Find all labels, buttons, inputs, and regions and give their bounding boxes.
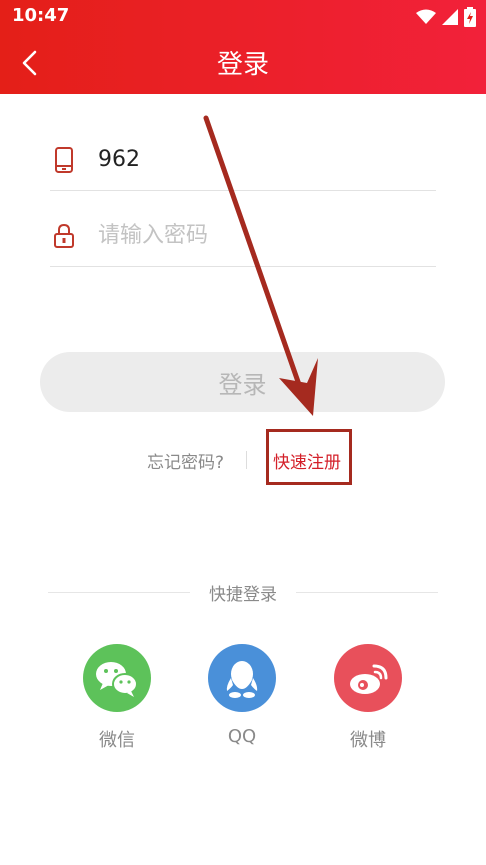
signal-icon bbox=[442, 9, 458, 25]
status-icons bbox=[416, 6, 476, 28]
wechat-circle bbox=[83, 644, 151, 712]
weibo-label: 微博 bbox=[350, 730, 386, 751]
status-time: 10:47 bbox=[12, 5, 70, 26]
wifi-icon bbox=[416, 9, 436, 24]
password-input[interactable] bbox=[98, 216, 418, 254]
title-bar: 登录 bbox=[0, 32, 486, 94]
app-header: 10:47 登录 bbox=[0, 0, 486, 94]
weibo-login-button[interactable]: 微博 bbox=[328, 644, 408, 752]
links-divider bbox=[246, 451, 247, 469]
qq-icon bbox=[226, 661, 258, 698]
quick-login-section: 快捷登录 bbox=[48, 580, 438, 605]
status-bar: 10:47 bbox=[0, 0, 486, 32]
phone-icon bbox=[55, 147, 73, 173]
page-title: 登录 bbox=[216, 50, 269, 80]
wechat-icon bbox=[96, 662, 138, 697]
auth-links: 忘记密码? 快速注册 bbox=[0, 448, 486, 473]
qq-label: QQ bbox=[227, 726, 257, 747]
password-field bbox=[50, 206, 436, 267]
highlight-box bbox=[266, 429, 352, 485]
wechat-login-button[interactable]: 微信 bbox=[77, 644, 157, 752]
wechat-label: 微信 bbox=[99, 730, 135, 751]
weibo-icon bbox=[350, 664, 388, 694]
lock-icon bbox=[54, 223, 74, 248]
quick-login-line-right bbox=[296, 592, 438, 593]
forgot-password-link[interactable]: 忘记密码? bbox=[147, 448, 224, 473]
phone-field bbox=[50, 130, 436, 191]
qq-login-button[interactable]: QQ bbox=[202, 644, 282, 747]
login-button[interactable]: 登录 bbox=[40, 352, 445, 412]
qq-circle bbox=[208, 644, 276, 712]
battery-icon bbox=[464, 7, 476, 27]
phone-input[interactable] bbox=[98, 140, 418, 178]
weibo-circle bbox=[334, 644, 402, 712]
